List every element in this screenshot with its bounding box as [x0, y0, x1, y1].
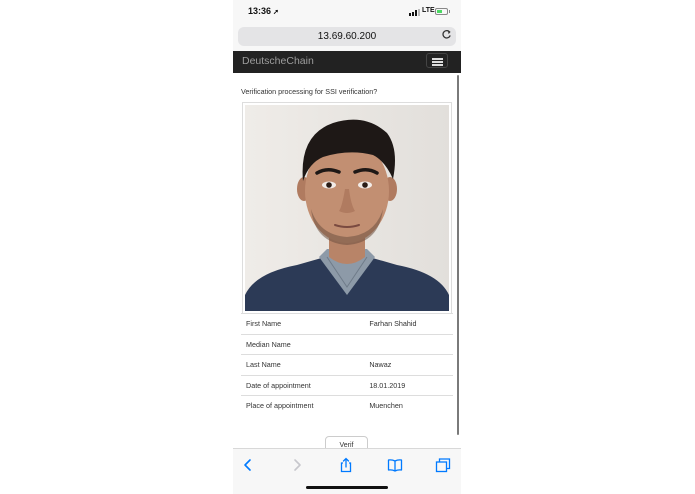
home-indicator[interactable] [306, 486, 388, 489]
field-value: 18.01.2019 [365, 374, 453, 396]
phone-screen: 13:36 ➚ LTE 13.69.60.200 DeutscheChain Ve… [233, 0, 461, 494]
table-row: Last Name Nawaz [241, 354, 453, 375]
profile-photo-frame [242, 102, 452, 314]
location-arrow-icon: ➚ [273, 9, 279, 16]
back-icon[interactable] [240, 457, 256, 473]
brand-link[interactable]: DeutscheChain [242, 55, 314, 67]
field-label: Last Name [241, 354, 366, 375]
forward-icon [294, 459, 301, 471]
battery-icon [435, 8, 450, 15]
field-label: First Name [241, 313, 366, 334]
site-navbar: DeutscheChain [233, 51, 461, 73]
field-label: Median Name [241, 333, 366, 355]
table-row: First Name Farhan Shahid [241, 313, 453, 334]
page-content: Verification processing for SSI verifica… [233, 73, 461, 448]
bookmarks-icon[interactable] [387, 457, 403, 473]
url-text[interactable]: 13.69.60.200 [238, 31, 456, 42]
field-label: Date of appointment [241, 374, 366, 396]
share-icon[interactable] [338, 457, 354, 473]
details-table: First Name Farhan Shahid Median Name Las… [241, 313, 453, 416]
status-bar: 13:36 ➚ LTE [233, 0, 461, 24]
browser-address-area: 13.69.60.200 [233, 24, 461, 51]
tabs-icon[interactable] [435, 457, 451, 473]
table-row: Date of appointment 18.01.2019 [241, 374, 453, 396]
field-value [365, 333, 453, 355]
field-value: Muenchen [365, 395, 453, 416]
hamburger-icon[interactable] [426, 53, 448, 68]
field-value: Farhan Shahid [365, 313, 453, 334]
profile-photo [245, 105, 449, 311]
signal-icon [409, 9, 421, 16]
network-type: LTE [422, 7, 435, 14]
table-row: Place of appointment Muenchen [241, 395, 453, 416]
address-bar[interactable]: 13.69.60.200 [238, 27, 456, 46]
status-time: 13:36 ➚ [248, 6, 279, 16]
table-row: Median Name [241, 333, 453, 355]
field-value: Nawaz [365, 354, 453, 375]
reload-icon[interactable] [441, 29, 452, 40]
person-portrait-image [245, 105, 449, 311]
page-scrollbar[interactable] [457, 75, 459, 435]
verify-button[interactable]: Verif [325, 436, 368, 448]
verification-question: Verification processing for SSI verifica… [241, 87, 378, 96]
field-label: Place of appointment [241, 395, 366, 416]
